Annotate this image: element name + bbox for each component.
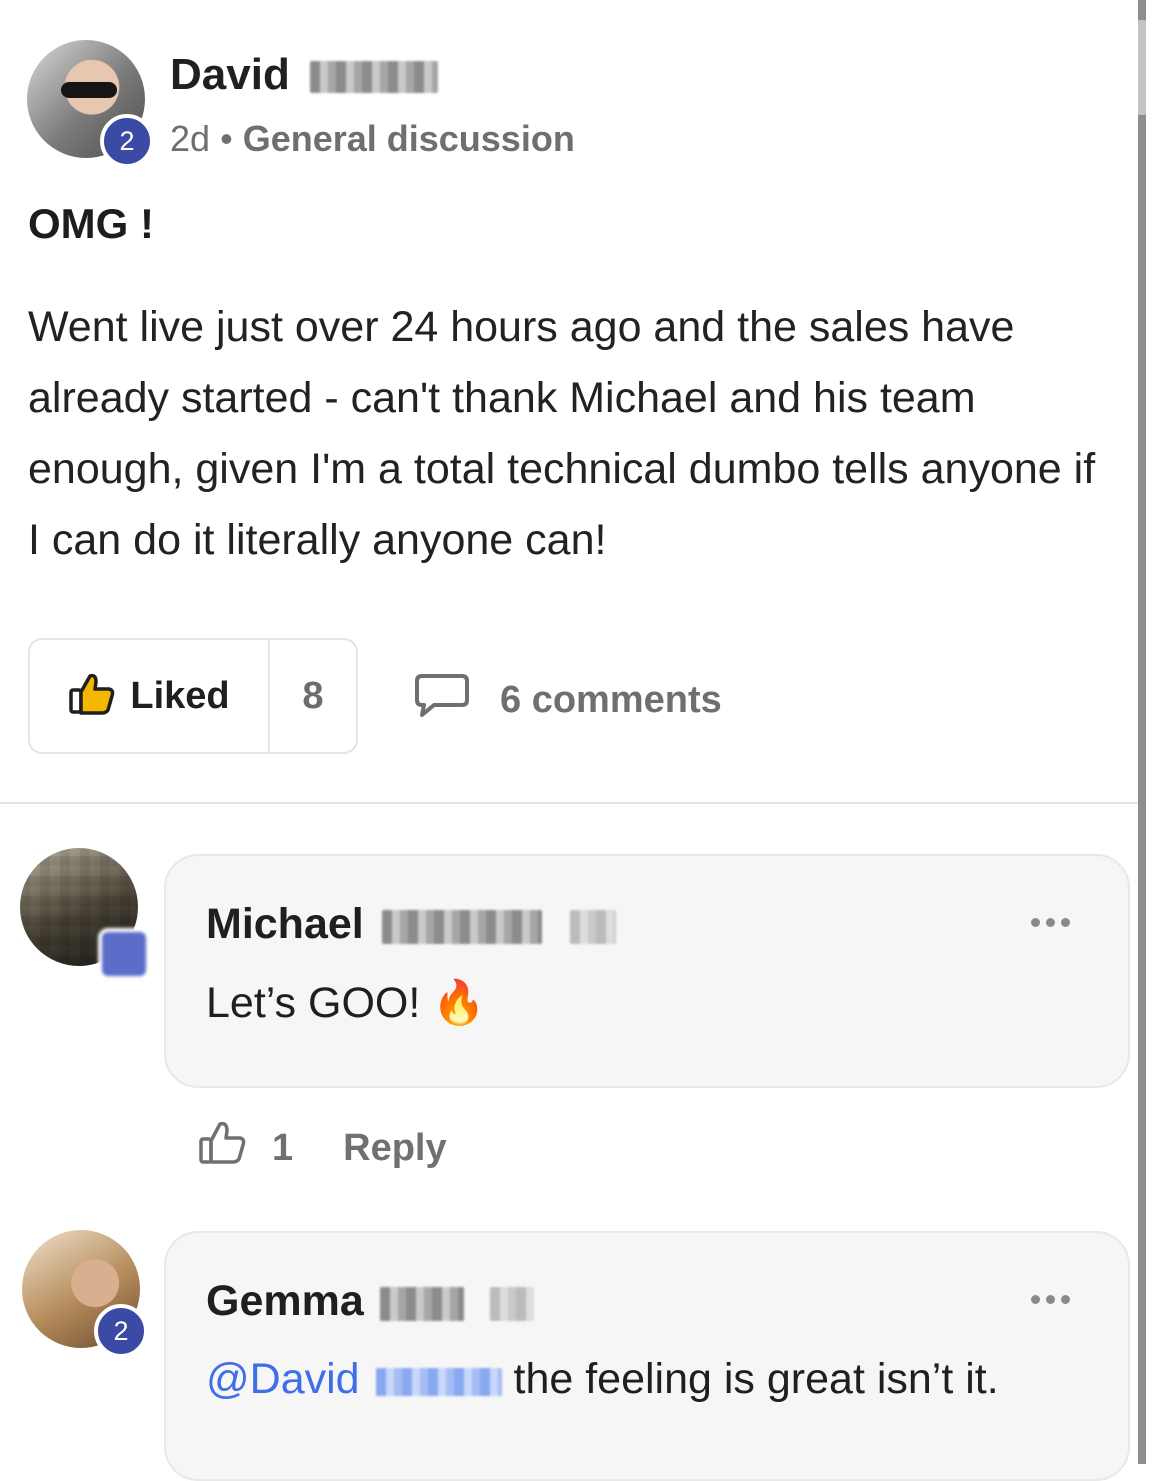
post-time: 2d [170, 118, 211, 159]
more-options-icon[interactable] [1031, 1295, 1070, 1304]
commenter-level-value: 2 [113, 1315, 129, 1346]
thumbs-up-icon [68, 672, 116, 721]
commenter-name[interactable]: Gemma [206, 1277, 534, 1326]
like-button[interactable]: Liked [30, 640, 270, 752]
comment-bubble-icon [414, 672, 470, 728]
commenter-name[interactable]: Michael [206, 900, 616, 949]
comment-bubble: Gemma @David the feeling is great isn’t … [164, 1231, 1130, 1481]
scrollbar-track[interactable] [1138, 0, 1146, 1464]
author-name[interactable]: David [170, 50, 439, 100]
redacted-mention-last-name [375, 1367, 502, 1396]
author-level-value: 2 [119, 125, 135, 156]
like-group: Liked 8 [28, 638, 358, 754]
divider [0, 802, 1138, 804]
comment-text: Let’s GOO! 🔥 [206, 978, 486, 1028]
comment-like-count: 1 [272, 1126, 294, 1169]
redacted-last-name [379, 1286, 464, 1321]
like-label: Liked [130, 674, 230, 717]
comment-like-button[interactable] [198, 1120, 248, 1176]
post-category[interactable]: General discussion [243, 118, 575, 159]
comments-count-label: 6 comments [500, 678, 722, 721]
meta-separator: • [220, 118, 233, 159]
redacted-last-name [381, 909, 542, 944]
comments-link[interactable]: 6 comments [414, 672, 722, 728]
commenter-level-badge [98, 928, 150, 980]
post-meta: 2d • General discussion [170, 118, 575, 160]
post-title: OMG ! [28, 200, 154, 247]
sunglasses-detail [61, 82, 117, 98]
author-level-badge: 2 [100, 114, 154, 168]
fire-emoji-icon: 🔥 [432, 979, 486, 1027]
redacted-time [489, 1286, 534, 1321]
comment-bubble: Michael Let’s GOO! 🔥 [164, 854, 1130, 1088]
scrollbar-thumb[interactable] [1138, 20, 1146, 115]
reply-button[interactable]: Reply [343, 1127, 446, 1170]
more-options-icon[interactable] [1031, 918, 1070, 927]
comment-text-value: Let’s GOO! [206, 979, 421, 1027]
redacted-last-name [310, 61, 439, 94]
commenter-level-badge: 2 [94, 1304, 148, 1358]
commenter-first-name: Michael [206, 900, 364, 948]
post-body: Went live just over 24 hours ago and the… [28, 303, 1096, 564]
comment-text: @David the feeling is great isn’t it. [206, 1355, 999, 1404]
like-count[interactable]: 8 [270, 640, 356, 752]
author-first-name: David [170, 50, 290, 99]
mention-link[interactable]: @David [206, 1355, 514, 1403]
redacted-time [569, 909, 616, 944]
comment-text-value: the feeling is great isn’t it. [513, 1355, 999, 1403]
comment-actions: 1 Reply [198, 1120, 447, 1176]
commenter-first-name: Gemma [206, 1277, 364, 1325]
mention-first-name: @David [206, 1355, 360, 1403]
